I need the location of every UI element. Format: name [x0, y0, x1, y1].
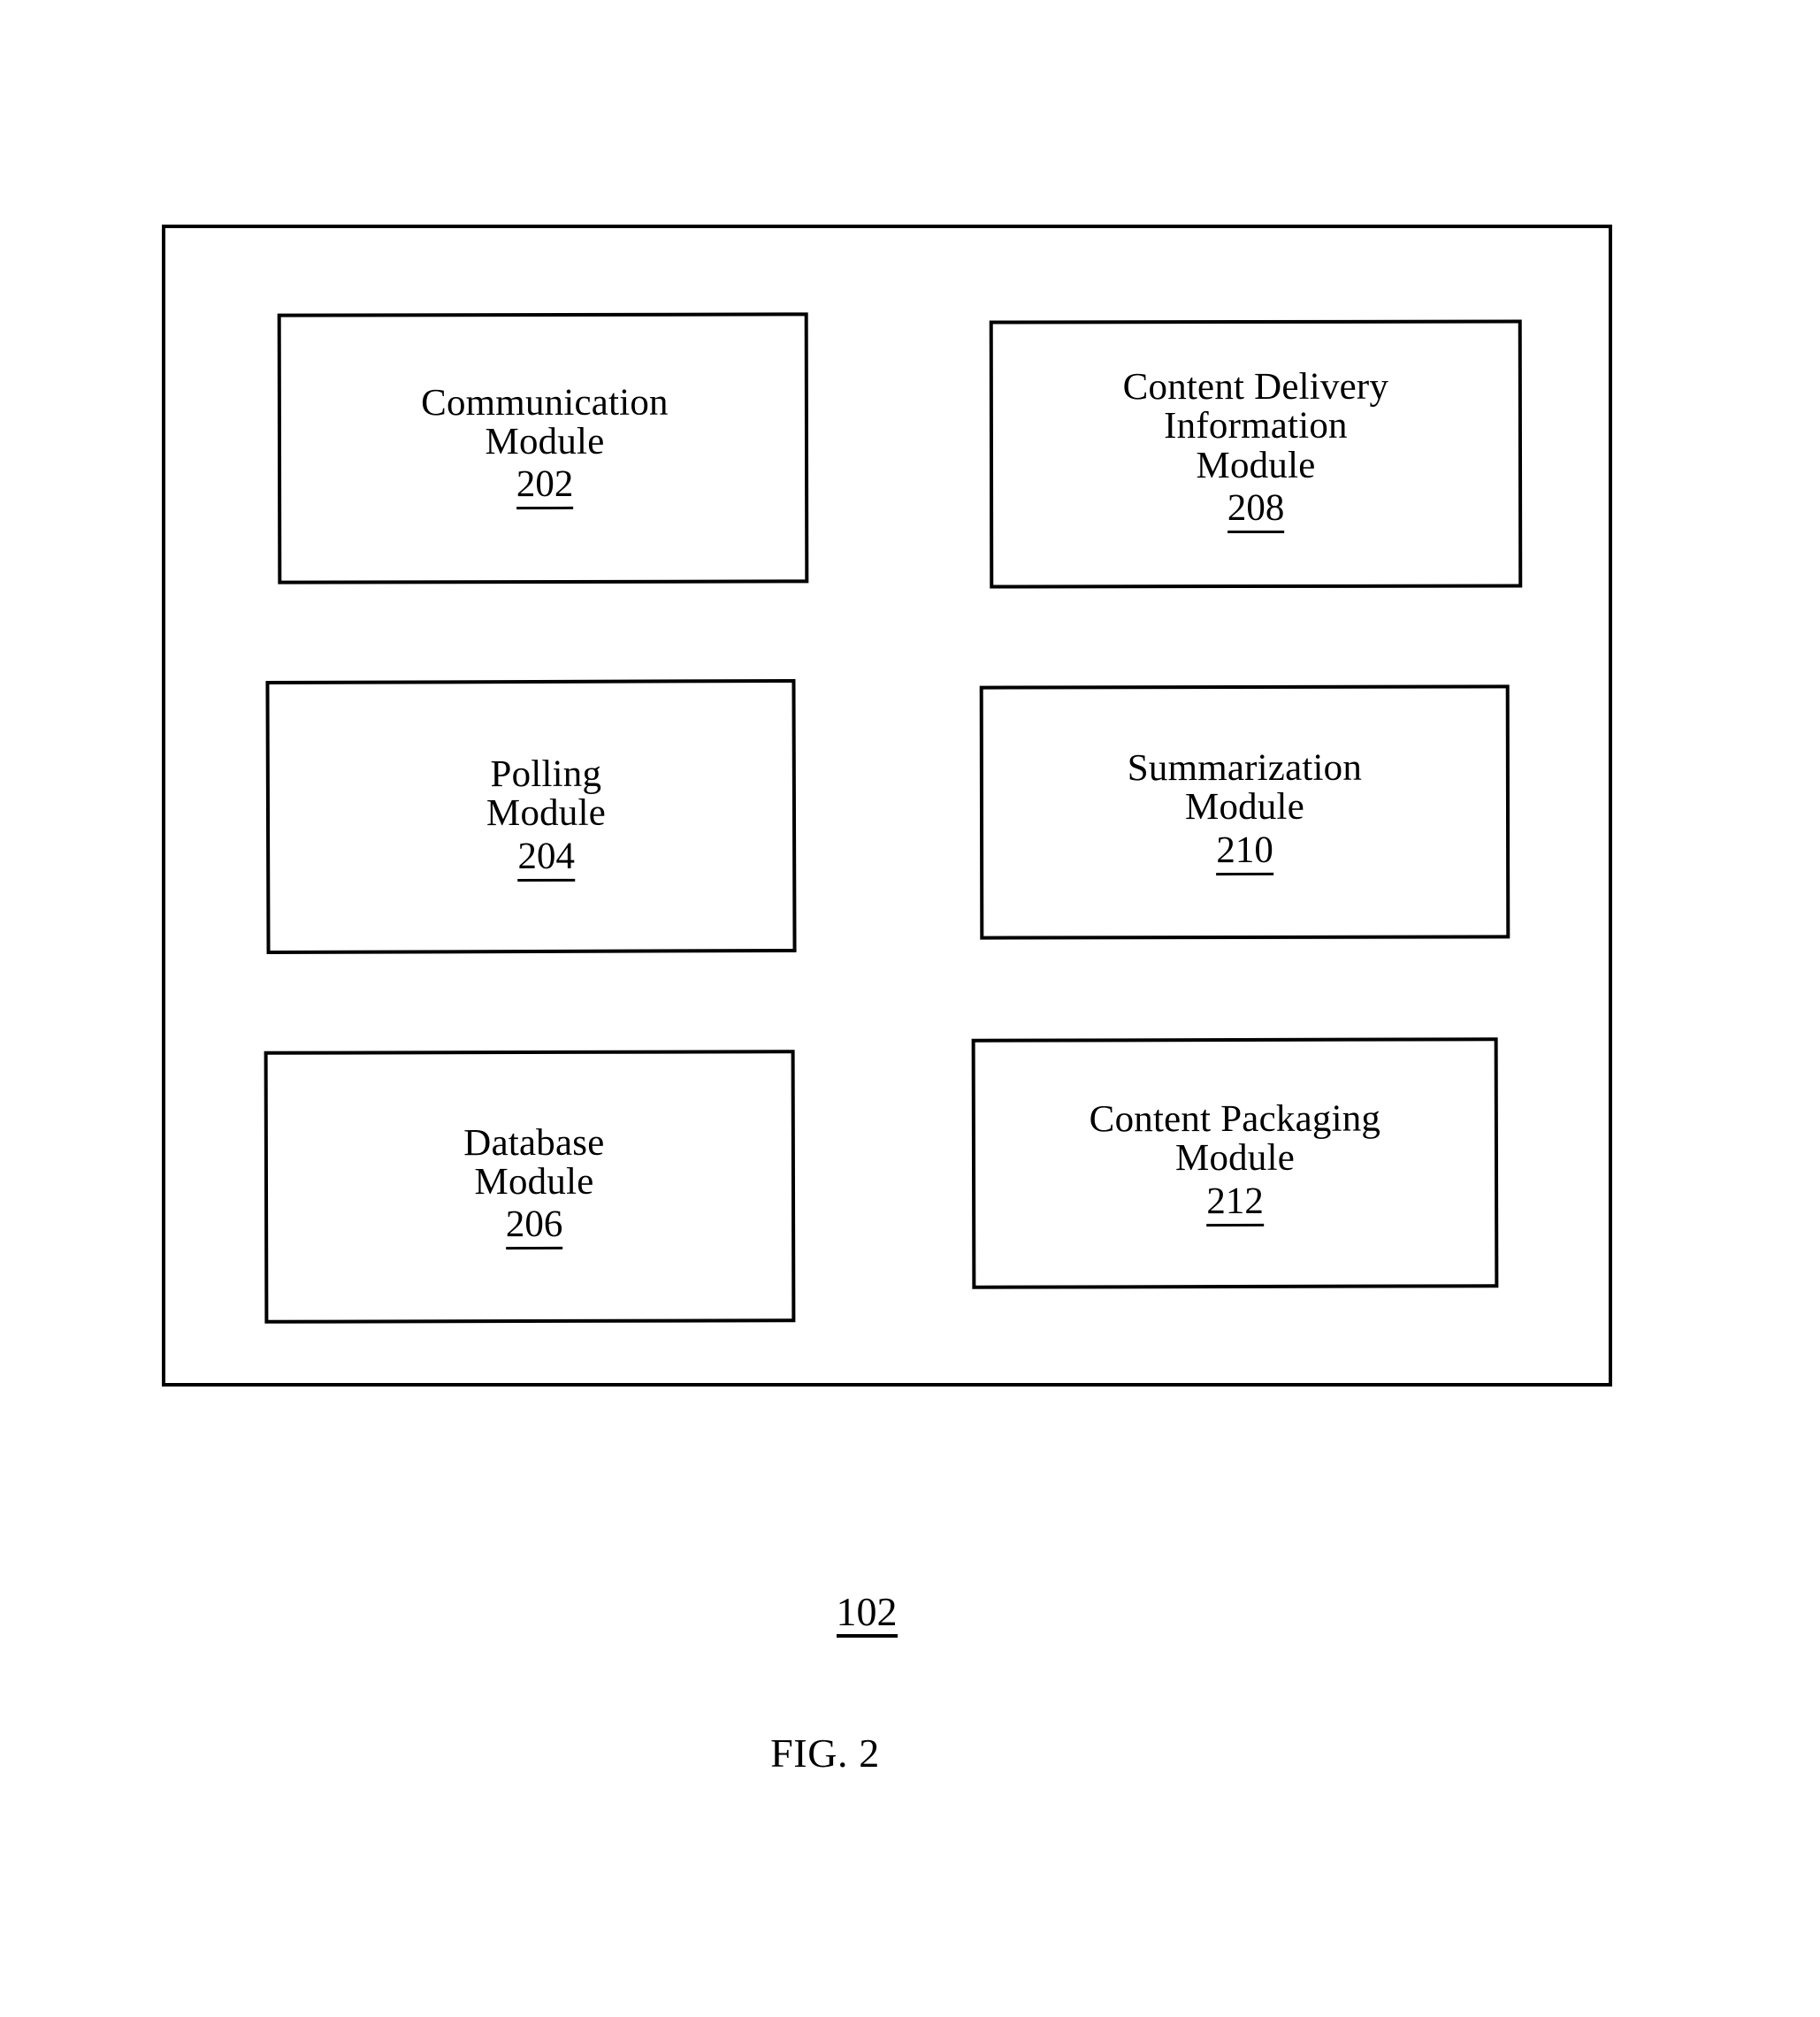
- module-reference-numeral: 202: [516, 463, 574, 510]
- module-text-stack: Content Packaging Module 212: [1089, 1097, 1381, 1227]
- module-title-line-1: Content Delivery: [1122, 365, 1389, 409]
- module-text-stack: Summarization Module 210: [1127, 746, 1363, 875]
- module-title-line-1: Summarization: [1127, 746, 1363, 790]
- module-title-line-2: Module: [486, 792, 607, 835]
- system-reference-label: 102: [0, 1592, 1820, 1638]
- module-box-communication: Communication Module 202: [277, 312, 809, 584]
- module-box-summarization: Summarization Module 210: [979, 684, 1510, 940]
- module-box-polling: Polling Module 204: [265, 678, 797, 955]
- module-text-stack: Polling Module 204: [486, 753, 607, 882]
- module-reference-numeral: 208: [1227, 486, 1285, 534]
- module-box-content-packaging: Content Packaging Module 212: [971, 1037, 1499, 1289]
- module-title-line-2: Module: [1174, 1137, 1296, 1180]
- figure-sheet: Communication Module 202 Polling Module …: [0, 0, 1820, 2017]
- module-title-line-1: Content Packaging: [1089, 1097, 1381, 1141]
- module-title-line-3: Module: [1196, 444, 1316, 486]
- module-title-line-1: Communication: [420, 381, 669, 424]
- module-box-content-delivery-information: Content Delivery Information Module 208: [989, 319, 1523, 589]
- system-container-102: Communication Module 202 Polling Module …: [162, 225, 1612, 1387]
- module-reference-numeral: 212: [1206, 1180, 1264, 1226]
- module-title-line-2: Module: [1184, 786, 1305, 829]
- system-reference-numeral: 102: [836, 1592, 898, 1638]
- module-box-database: Database Module 206: [264, 1050, 796, 1324]
- module-title-line-1: Polling: [490, 753, 602, 796]
- module-title-line-2: Module: [485, 420, 605, 463]
- module-text-stack: Communication Module 202: [420, 381, 669, 510]
- module-text-stack: Database Module 206: [463, 1121, 605, 1250]
- module-reference-numeral: 206: [505, 1203, 563, 1250]
- module-title-line-2: Information: [1164, 405, 1348, 447]
- module-reference-numeral: 204: [517, 835, 576, 882]
- module-reference-numeral: 210: [1216, 829, 1273, 875]
- figure-caption: FIG. 2: [770, 1730, 880, 1776]
- module-text-stack: Content Delivery Information Module 208: [1122, 365, 1389, 534]
- module-title-line-1: Database: [463, 1121, 605, 1164]
- module-title-line-2: Module: [474, 1160, 594, 1203]
